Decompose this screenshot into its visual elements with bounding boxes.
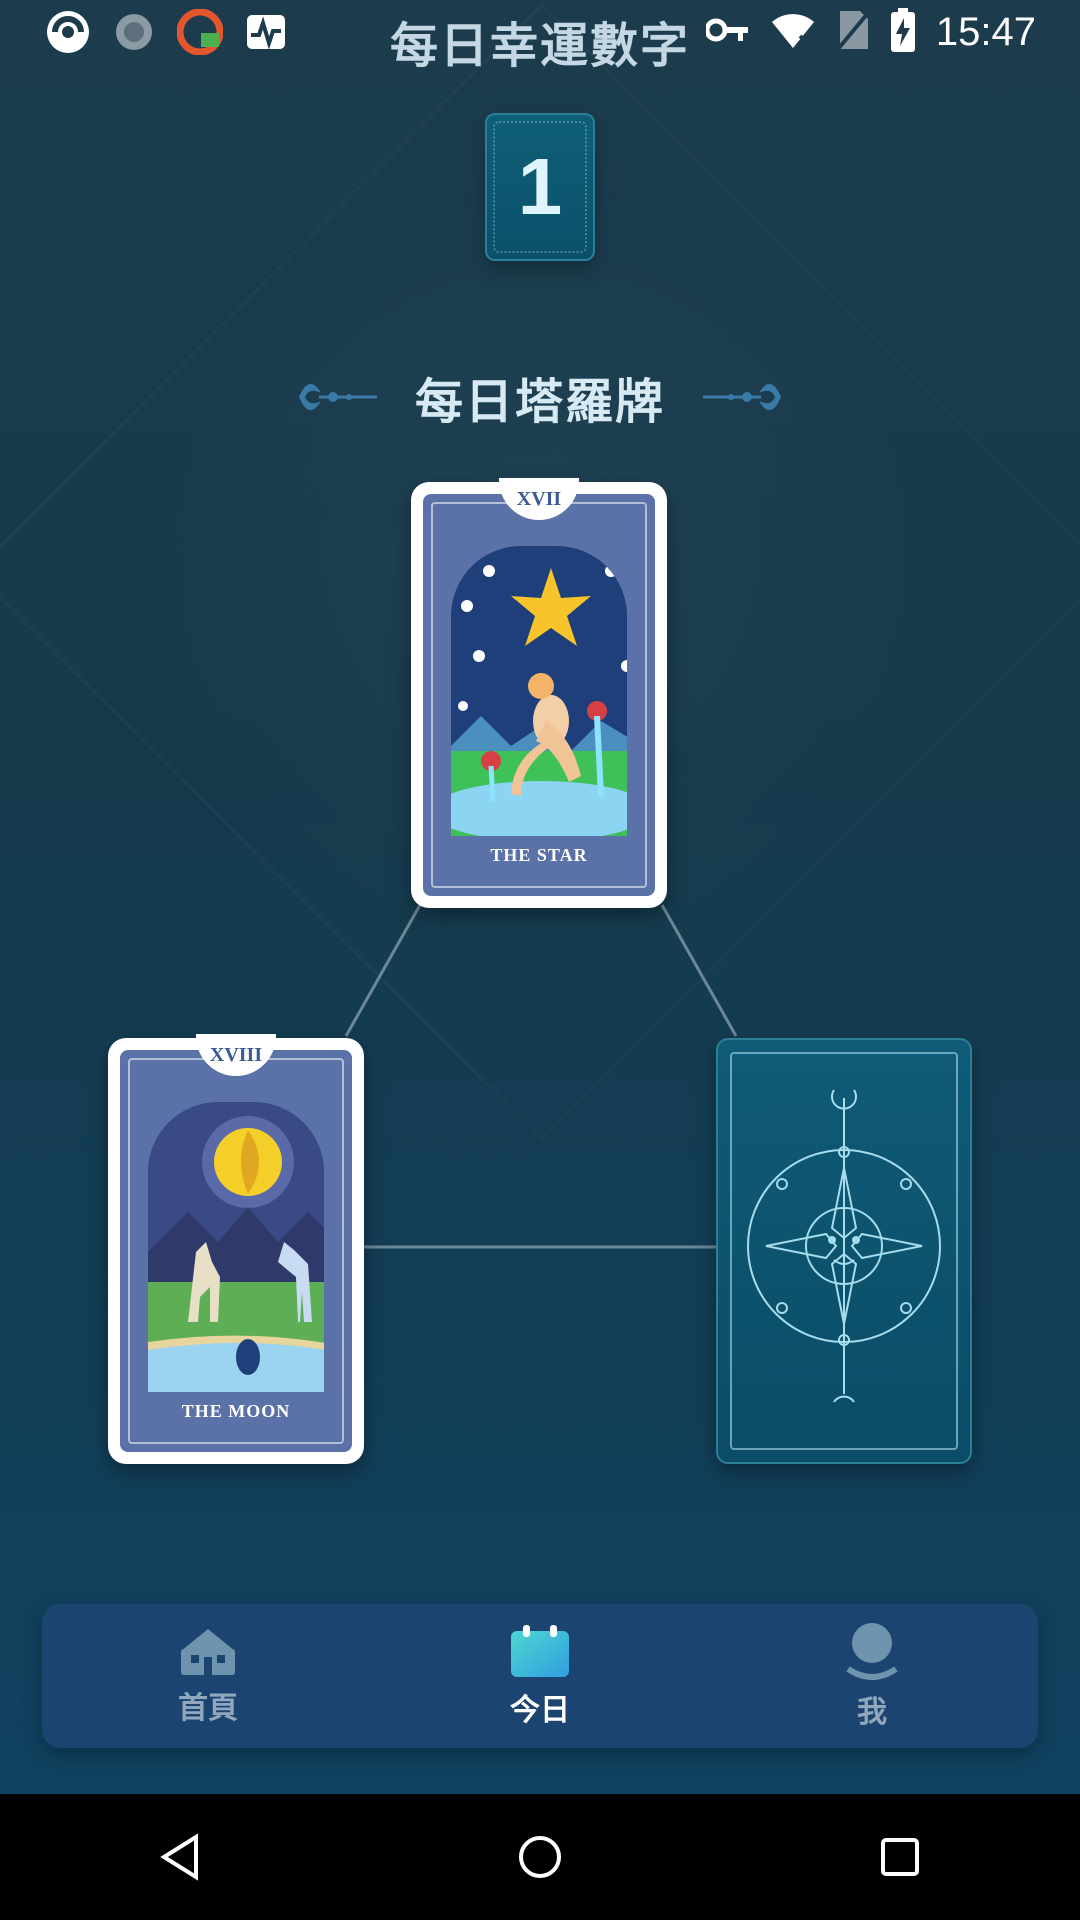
tarot-card-face-down[interactable] [716, 1038, 972, 1464]
card-name: THE MOON [181, 1401, 291, 1421]
status-bar: 每日幸運數字 15:47 [0, 0, 1080, 74]
home-button[interactable] [500, 1817, 580, 1897]
profile-icon [846, 1623, 898, 1680]
tab-label: 首頁 [178, 1691, 238, 1726]
moon-illustration [148, 1102, 324, 1392]
tarot-card-moon[interactable]: XVIII THE MOON [108, 1034, 364, 1464]
section-header: 每日塔羅牌 [0, 362, 1080, 432]
calendar-icon [511, 1625, 569, 1677]
back-button[interactable] [140, 1817, 220, 1897]
recents-button[interactable] [860, 1817, 940, 1897]
home-icon [181, 1629, 235, 1675]
card-face [120, 1050, 352, 1452]
section-title: 每日塔羅牌 [414, 374, 665, 430]
lucky-number: 1 [517, 142, 563, 231]
tarot-card-star[interactable]: XVII THE STAR [411, 478, 667, 908]
tab-label: 我 [857, 1695, 887, 1730]
lucky-number-card[interactable]: 1 [485, 113, 595, 261]
tab-label: 今日 [510, 1693, 570, 1728]
bottom-tab-bar: 首頁 今日 我 [42, 1604, 1038, 1748]
card-face [423, 494, 655, 896]
card-name: THE STAR [490, 845, 588, 865]
star-illustration [451, 546, 627, 836]
right-flourish-icon [703, 383, 781, 411]
tab-home[interactable]: 首頁 [108, 1616, 308, 1736]
recents-icon [881, 1838, 919, 1876]
tab-today[interactable]: 今日 [440, 1616, 640, 1736]
left-flourish-icon [298, 383, 377, 411]
circle-home-icon [519, 1836, 561, 1878]
back-icon [160, 1833, 198, 1881]
system-nav-bar [0, 1794, 1080, 1920]
sun-emblem-icon [747, 1089, 941, 1403]
tab-me[interactable]: 我 [772, 1616, 972, 1736]
status-bar-title: 每日幸運數字 [389, 18, 690, 74]
